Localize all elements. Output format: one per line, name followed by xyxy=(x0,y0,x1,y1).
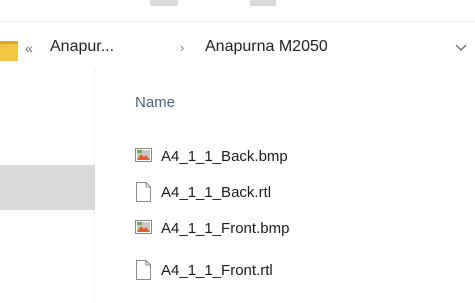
file-row[interactable]: A4_1_1_Back.rtl xyxy=(135,180,271,204)
toolbar-fragment xyxy=(150,0,178,6)
column-header-name[interactable]: Name xyxy=(135,94,175,111)
chevron-right-icon[interactable]: › xyxy=(180,40,184,55)
folder-icon xyxy=(0,41,18,61)
file-name: A4_1_1_Back.rtl xyxy=(161,183,272,201)
nav-item-selected[interactable] xyxy=(0,165,95,210)
bitmap-image-icon xyxy=(135,220,152,234)
chevron-down-icon[interactable] xyxy=(455,42,467,52)
generic-file-icon xyxy=(136,182,151,202)
breadcrumb-overflow-icon[interactable]: « xyxy=(25,40,33,56)
generic-file-icon xyxy=(136,260,151,280)
file-row[interactable]: A4_1_1_Front.bmp xyxy=(135,216,289,240)
file-name: A4_1_1_Front.rtl xyxy=(161,261,273,279)
file-name: A4_1_1_Front.bmp xyxy=(161,219,290,237)
file-name: A4_1_1_Back.bmp xyxy=(161,147,288,165)
toolbar-fragment xyxy=(250,0,276,6)
file-row[interactable]: A4_1_1_Front.rtl xyxy=(135,258,273,282)
breadcrumb-item-anapur[interactable]: Anapur... xyxy=(50,38,114,56)
ribbon-strip xyxy=(0,0,475,22)
file-row[interactable]: A4_1_1_Back.bmp xyxy=(135,144,288,168)
breadcrumb-item-anapurna-m2050[interactable]: Anapurna M2050 xyxy=(205,38,328,56)
bitmap-image-icon xyxy=(135,148,152,162)
